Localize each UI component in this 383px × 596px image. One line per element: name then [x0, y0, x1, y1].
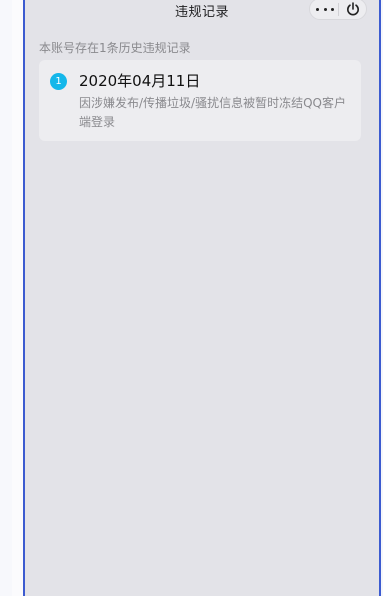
power-icon[interactable] — [345, 1, 361, 17]
nav-bar: 违规记录 — [25, 0, 379, 22]
violation-record-card: 1 2020年04月11日 因涉嫌发布/传播垃圾/骚扰信息被暂时冻结QQ客户端登… — [39, 60, 361, 141]
record-index-badge: 1 — [50, 73, 67, 90]
capsule-menu — [309, 0, 367, 20]
violation-summary: 本账号存在1条历史违规记录 — [39, 41, 191, 55]
more-horizontal-icon[interactable] — [316, 3, 334, 15]
capsule-divider — [338, 3, 339, 16]
record-description: 因涉嫌发布/传播垃圾/骚扰信息被暂时冻结QQ客户端登录 — [79, 96, 346, 129]
record-date: 2020年04月11日 — [79, 72, 201, 90]
left-strip — [12, 0, 23, 596]
mini-program-frame: 违规记录 本账号存在1条历史违规记录 1 2020年04月11日 因涉嫌发布/传… — [23, 0, 381, 596]
